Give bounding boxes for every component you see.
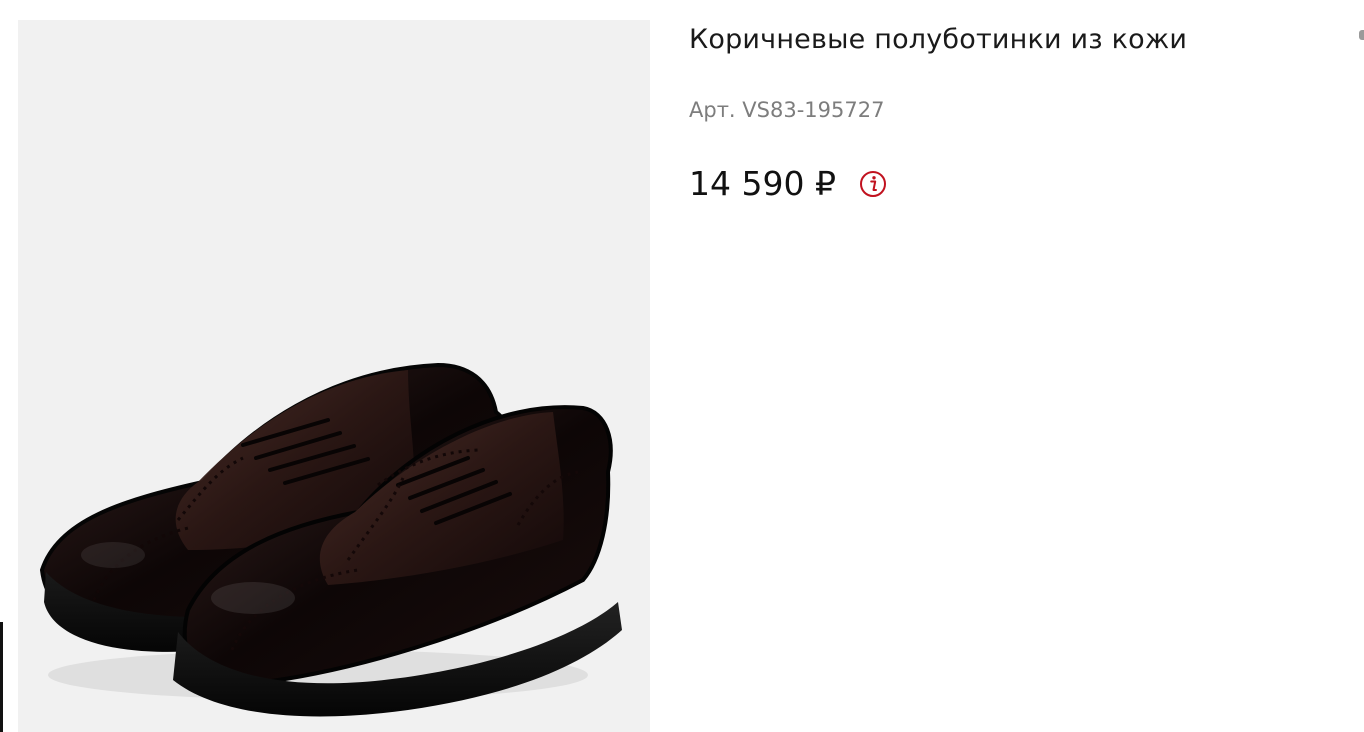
product-sku: Арт. VS83-195727 bbox=[689, 98, 885, 122]
product-price: 14 590 ₽ bbox=[689, 164, 836, 203]
price-row: 14 590 ₽ bbox=[689, 164, 888, 203]
product-page: Коричневые полуботинки из кожи Арт. VS83… bbox=[0, 0, 1364, 732]
scroll-edge-indicator bbox=[1359, 30, 1364, 40]
gallery-thumbnail-edge[interactable] bbox=[0, 622, 3, 732]
info-icon[interactable] bbox=[858, 169, 888, 199]
product-shoe-image bbox=[39, 362, 622, 717]
product-title: Коричневые полуботинки из кожи bbox=[689, 24, 1188, 55]
product-image-panel[interactable] bbox=[18, 20, 650, 732]
